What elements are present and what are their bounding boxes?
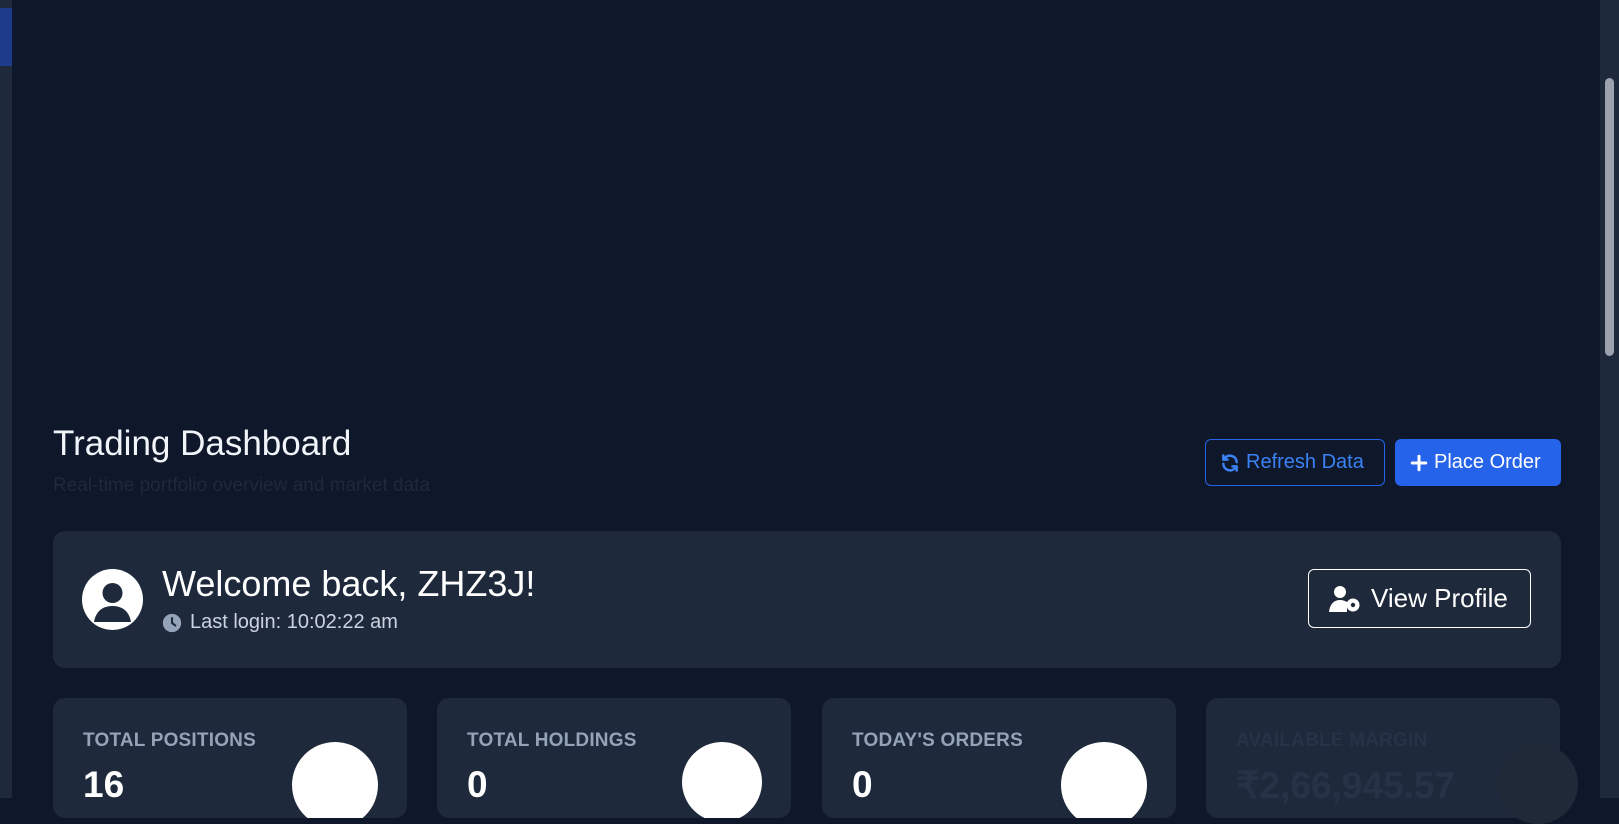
sidebar-active-indicator[interactable] — [0, 8, 12, 66]
last-login: Last login: 10:02:22 am — [162, 611, 398, 634]
stat-label: AVAILABLE MARGIN — [1236, 730, 1428, 751]
welcome-card: Welcome back, ZHZ3J! Last login: 10:02:2… — [53, 531, 1561, 668]
stat-icon-circle — [682, 742, 762, 818]
stat-value: 0 — [467, 764, 488, 805]
place-order-label: Place Order — [1434, 451, 1541, 473]
stat-value: 0 — [852, 764, 873, 805]
stat-icon-circle — [1061, 742, 1147, 818]
stat-card-total-positions: TOTAL POSITIONS 16 — [53, 698, 407, 818]
page-title: Trading Dashboard — [53, 424, 352, 463]
page-scrollbar[interactable] — [1600, 0, 1619, 798]
clock-icon — [162, 613, 182, 632]
sidebar-strip — [0, 0, 12, 798]
stat-label: TOTAL HOLDINGS — [467, 730, 637, 751]
stat-icon-circle — [292, 742, 378, 818]
stat-label: TODAY'S ORDERS — [852, 730, 1023, 751]
last-login-text: Last login: 10:02:22 am — [190, 611, 398, 633]
stat-card-total-holdings: TOTAL HOLDINGS 0 — [437, 698, 791, 818]
user-gear-icon — [1329, 585, 1360, 612]
plus-icon — [1410, 454, 1428, 471]
stat-label: TOTAL POSITIONS — [83, 730, 256, 751]
refresh-icon — [1222, 453, 1238, 472]
stat-value: ₹2,66,945.57 — [1236, 765, 1456, 806]
stat-value: 16 — [83, 764, 125, 805]
refresh-data-label: Refresh Data — [1246, 451, 1364, 473]
scrollbar-thumb[interactable] — [1605, 78, 1614, 356]
stat-card-todays-orders: TODAY'S ORDERS 0 — [822, 698, 1176, 818]
view-profile-button[interactable]: View Profile — [1308, 569, 1531, 628]
place-order-button[interactable]: Place Order — [1395, 439, 1561, 486]
welcome-greeting: Welcome back, ZHZ3J! — [162, 563, 536, 604]
refresh-data-button[interactable]: Refresh Data — [1205, 439, 1385, 486]
user-avatar-icon — [82, 569, 143, 630]
floating-action-button[interactable] — [1498, 744, 1578, 824]
page-subtitle: Real-time portfolio overview and market … — [53, 475, 431, 496]
view-profile-label: View Profile — [1371, 583, 1508, 613]
